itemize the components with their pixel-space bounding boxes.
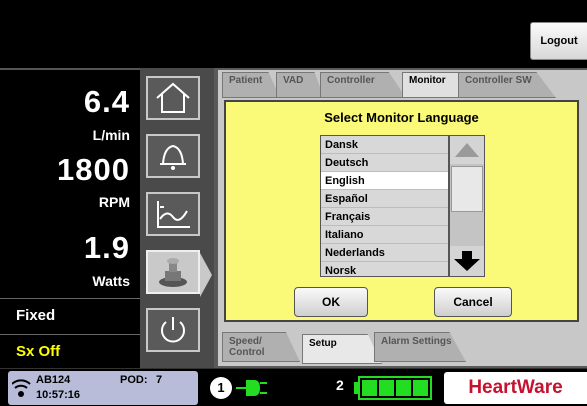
stethoscope-icon [159, 258, 187, 287]
power-unit: Watts [92, 273, 130, 289]
source-1-number: 1 [210, 377, 232, 399]
list-item[interactable]: Dansk [321, 136, 448, 154]
trends-button[interactable] [146, 192, 200, 236]
flow-unit: L/min [92, 127, 130, 143]
tab-setup[interactable]: Setup [302, 334, 382, 364]
trend-icon [157, 201, 190, 228]
tab-speed-control[interactable]: Speed/ Control [222, 332, 300, 362]
brand-name: HeartWare [468, 377, 563, 398]
status-bar: AB124 10:57:16 POD: 7 1 2 HeartWare [0, 368, 587, 406]
tab-vad[interactable]: VAD [276, 72, 324, 98]
logout-button[interactable]: Logout [530, 22, 587, 60]
wireless-icon [12, 379, 31, 397]
source-2-number: 2 [336, 377, 344, 393]
list-item-selected[interactable]: English [321, 172, 448, 190]
list-item[interactable]: Italiano [321, 226, 448, 244]
power-source-2: 2 [336, 375, 436, 401]
nav-column [140, 68, 214, 368]
scroll-down-button[interactable] [450, 246, 484, 276]
active-nav-arrow [200, 253, 212, 297]
list-item[interactable]: Français [321, 208, 448, 226]
speed-mode: Fixed [0, 298, 140, 332]
list-item[interactable]: Español [321, 190, 448, 208]
tab-controller[interactable]: Controller [320, 72, 406, 98]
controller-status: AB124 10:57:16 POD: 7 [8, 371, 198, 405]
suction-status: Sx Off [0, 334, 140, 368]
battery-icon [354, 376, 432, 400]
speed-value: 1800 [57, 152, 130, 187]
tab-patient[interactable]: Patient [222, 72, 280, 98]
clock-time: 10:57:16 [36, 389, 81, 401]
setup-button[interactable] [146, 250, 200, 294]
pump-status-panel: 6.4 L/min 1800 RPM 1.9 Watts Fixed Sx Of… [0, 68, 140, 368]
flow-value: 6.4 [83, 84, 130, 119]
arrow-up-icon [455, 143, 479, 157]
list-item[interactable]: Nederlands [321, 244, 448, 262]
bell-icon [160, 144, 186, 170]
dialog-title: Select Monitor Language [324, 110, 479, 125]
language-scrollbar[interactable] [449, 135, 485, 277]
power-value: 1.9 [83, 230, 130, 265]
ac-plug-icon [236, 380, 267, 396]
power-button[interactable] [146, 308, 200, 352]
home-button[interactable] [146, 76, 200, 120]
cancel-button[interactable]: Cancel [434, 287, 512, 317]
language-dialog: Select Monitor Language Dansk Deutsch En… [224, 100, 579, 322]
speed-unit: RPM [98, 194, 130, 210]
list-item[interactable]: Norsk [321, 262, 448, 280]
device-id: AB124 [36, 374, 71, 386]
pod-label: POD: [120, 374, 148, 386]
tab-alarm-settings[interactable]: Alarm Settings [374, 332, 466, 362]
power-icon [161, 317, 185, 343]
heartware-logo: HeartWare [444, 372, 587, 404]
power-source-1: 1 [210, 375, 282, 401]
tab-controller-sw[interactable]: Controller SW [458, 72, 556, 98]
home-icon [156, 82, 190, 113]
alarms-button[interactable] [146, 134, 200, 178]
ok-button[interactable]: OK [294, 287, 368, 317]
arrow-down-icon [454, 251, 480, 271]
list-item[interactable]: Deutsch [321, 154, 448, 172]
scroll-thumb[interactable] [451, 166, 483, 212]
language-list[interactable]: Dansk Deutsch English Español Français I… [320, 135, 449, 277]
scroll-up-button[interactable] [450, 136, 484, 164]
top-bar: Logout [0, 0, 587, 68]
pod-value: 7 [156, 374, 163, 386]
